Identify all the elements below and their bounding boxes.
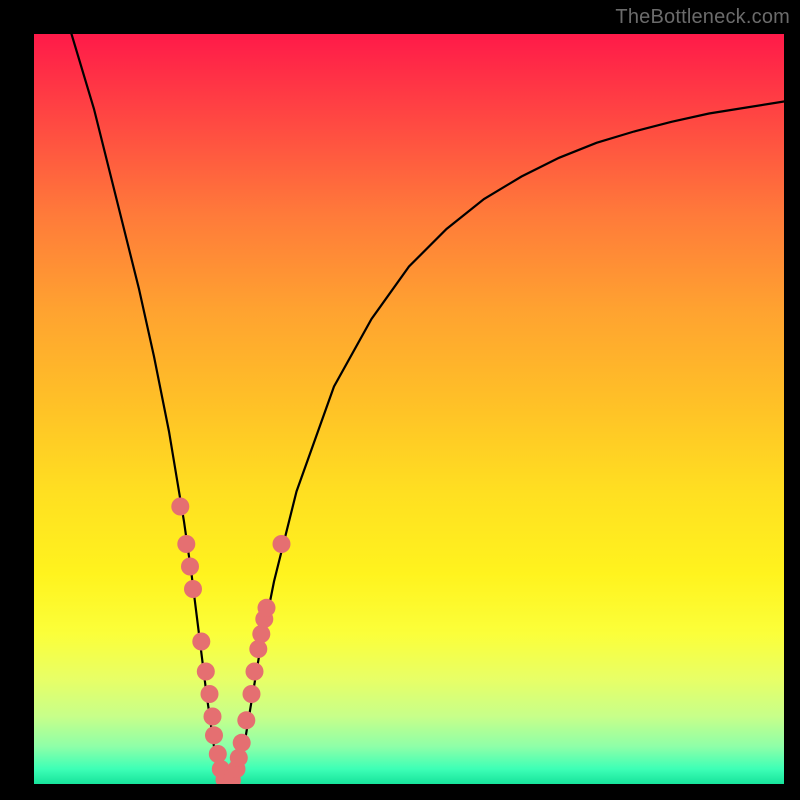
markers-layer [171,498,290,785]
data-marker [258,599,276,617]
data-marker [209,745,227,763]
data-marker [197,663,215,681]
bottleneck-curve [72,34,785,784]
chart-frame: TheBottleneck.com [0,0,800,800]
data-marker [201,685,219,703]
data-marker [177,535,195,553]
data-marker [249,640,267,658]
data-marker [192,633,210,651]
data-marker [184,580,202,598]
data-marker [233,734,251,752]
data-marker [273,535,291,553]
chart-svg [34,34,784,784]
data-marker [205,726,223,744]
data-marker [252,625,270,643]
watermark-text: TheBottleneck.com [615,6,790,29]
data-marker [237,711,255,729]
data-marker [243,685,261,703]
curve-layer [72,34,785,784]
data-marker [246,663,264,681]
data-marker [171,498,189,516]
data-marker [230,749,248,767]
chart-plot-area [34,34,784,784]
data-marker [181,558,199,576]
data-marker [204,708,222,726]
